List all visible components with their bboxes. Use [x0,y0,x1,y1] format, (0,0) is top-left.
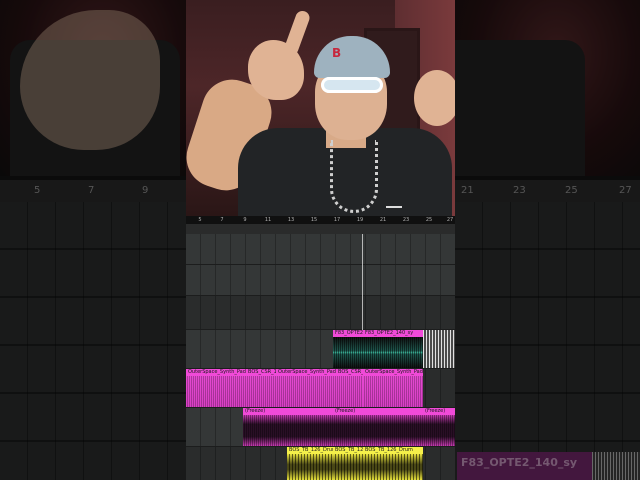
clip-name: (Freeze) [423,408,455,415]
right-lanes [455,202,640,480]
clip-name: (Freeze) [243,408,333,415]
clip-name: F83_OPTE2_140_sy [363,330,423,337]
center-column: B 5 7 9 11 13 15 17 19 21 23 25 27 F83_O… [186,0,455,480]
ruler-number: 23 [402,217,410,223]
track-lane[interactable] [186,234,455,264]
clip-name: OuterSpace_Synth_Pad [276,369,336,376]
right-shirt-blur [455,40,585,176]
audio-clip[interactable]: BOS_TB_126_Drum [363,447,423,480]
left-ruler-number: 9 [142,185,149,196]
audio-clip[interactable]: OuterSpace_Synth_Pad [276,369,336,407]
ruler-number: 7 [220,217,224,223]
audio-clip[interactable]: BOS_TB_126_Drum [287,447,333,480]
clip-name: OuterSpace_Synth_Pad [186,369,246,376]
track-lane[interactable] [186,265,455,295]
clip-waveform [423,415,455,446]
audio-clip[interactable]: (Freeze) [243,408,333,446]
track-lane[interactable] [186,296,455,329]
clip-waveform [276,376,336,407]
ruler-number: 11 [264,217,272,223]
audio-clip[interactable]: OuterSpace_Synth_Pad [363,369,423,407]
video-sunglasses [321,77,383,93]
clip-name: BOS_CSR_12 [336,369,363,376]
audio-clip[interactable]: OuterSpace_Synth_Pad [186,369,246,407]
clip-waveform [333,415,423,446]
left-ruler: 5 7 9 [0,180,186,202]
left-lanes [0,202,186,480]
ruler-number: 21 [379,217,387,223]
webcam-video: B [186,0,455,216]
ruler-number: 9 [243,217,247,223]
right-ghost-clip-stripes [592,452,640,480]
audio-clip-stripes[interactable] [423,330,455,368]
left-camera-blur [0,0,186,176]
clip-name: BOS_CSR_124 [246,369,276,376]
right-ruler-number: 21 [461,185,474,196]
right-blurred-panel: 21 23 25 27 F83_OPTE2_140_sy [455,0,640,480]
ruler-number: 25 [425,217,433,223]
right-camera-blur [455,0,640,176]
right-ruler-number: 23 [513,185,526,196]
clip-waveform [333,337,363,368]
audio-clip[interactable]: BOS_CSR_124 [246,369,276,407]
left-ruler-number: 5 [34,185,41,196]
ruler-number: 13 [287,217,295,223]
ruler-number: 27 [446,217,454,223]
video-left-finger [282,8,312,58]
right-ghost-clip: F83_OPTE2_140_sy [457,452,592,480]
clip-name: BOS_TB_126_Drum [333,447,363,454]
audio-clip[interactable]: (Freeze) [333,408,423,446]
right-ruler-number: 25 [565,185,578,196]
right-ruler-number: 27 [619,185,632,196]
clip-waveform [186,376,246,407]
timeline-ruler[interactable]: 5 7 9 11 13 15 17 19 21 23 25 27 [186,216,455,224]
clip-waveform [246,376,276,407]
audio-clip[interactable]: BOS_CSR_12 [336,369,363,407]
clip-name: (Freeze) [333,408,423,415]
audio-clip[interactable]: (Freeze) [423,408,455,446]
video-chain [330,140,378,213]
clip-waveform [333,454,363,480]
clip-waveform [287,454,333,480]
clip-waveform [363,337,423,368]
ruler-number: 19 [356,217,364,223]
cap-logo-icon: B [332,46,342,60]
left-blurred-panel: 5 7 9 [0,0,186,480]
ruler-number: 5 [198,217,202,223]
clip-waveform [243,415,333,446]
clip-name: BOS_TB_126_Drum [287,447,333,454]
clip-waveform [363,376,423,407]
audio-clip[interactable]: F83_OPTE2_140_sy [333,330,363,368]
right-ruler: 21 23 25 27 [455,180,640,202]
ruler-number: 17 [333,217,341,223]
playhead[interactable] [362,234,363,330]
clip-waveform [363,454,423,480]
audio-clip[interactable]: BOS_TB_126_Drum [333,447,363,480]
clip-name: OuterSpace_Synth_Pad [363,369,423,376]
left-ruler-number: 7 [88,185,95,196]
ruler-number: 15 [310,217,318,223]
audio-clip[interactable]: F83_OPTE2_140_sy [363,330,423,368]
clip-name: BOS_TB_126_Drum [363,447,423,454]
left-arm-blur [20,10,160,150]
video-right-hand [414,70,455,126]
clip-name: F83_OPTE2_140_sy [333,330,363,337]
loop-locator-bar[interactable] [186,224,455,234]
clip-waveform [336,376,363,407]
shirt-brand-icon [386,200,402,208]
